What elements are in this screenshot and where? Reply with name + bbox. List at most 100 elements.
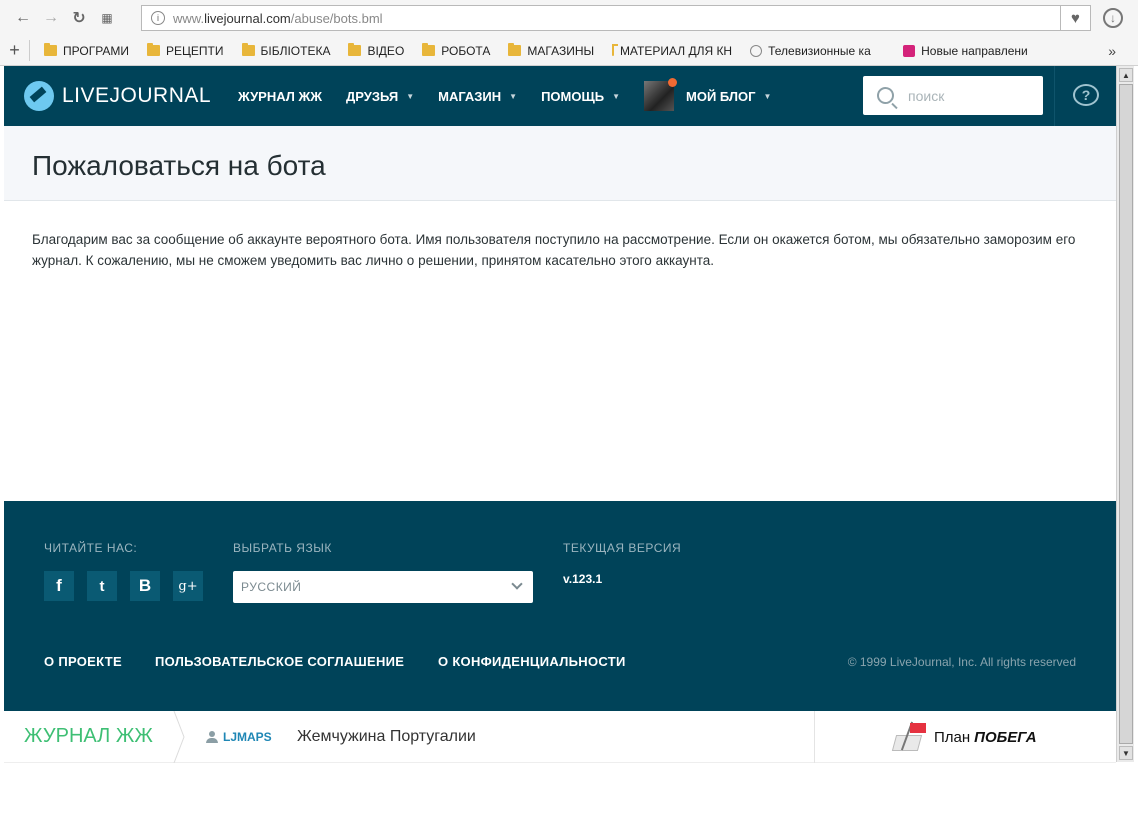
google-plus-icon[interactable]: g+	[173, 571, 203, 601]
nav-help[interactable]: ПОМОЩЬ ▼	[541, 89, 620, 104]
caret-down-icon: ▼	[612, 91, 620, 101]
add-bookmark-icon[interactable]: +	[0, 40, 30, 61]
title-band: Пожаловаться на бота	[4, 126, 1116, 201]
nav-journal-label: ЖУРНАЛ ЖЖ	[238, 88, 322, 104]
folder-icon	[44, 43, 57, 56]
bookmark-item[interactable]: ВІДЕО	[348, 43, 405, 58]
bookmark-item[interactable]: МАТЕРИАЛ ДЛЯ КН	[612, 43, 733, 58]
bookmark-label: ВІДЕО	[367, 43, 405, 58]
post-title-link[interactable]: Жемчужина Португалии	[297, 728, 476, 746]
logo-text: LIVEJOURNAL	[62, 84, 212, 107]
bookmark-label: ПРОГРАМИ	[63, 43, 130, 58]
help-icon[interactable]: ?	[1073, 84, 1099, 106]
twitter-icon[interactable]: t	[87, 571, 117, 601]
search-icon	[877, 87, 894, 104]
bottom-divider	[814, 711, 815, 763]
tv-site-icon	[750, 44, 763, 57]
nav-friends[interactable]: ДРУЗЬЯ ▼	[346, 89, 414, 104]
site-footer: ЧИТАЙТЕ НАС: f t B g+ ВЫБРАТЬ ЯЗЫК РУССК…	[4, 501, 1116, 711]
folder-icon	[612, 43, 618, 56]
privacy-link[interactable]: О КОНФИДЕНЦИАЛЬНОСТИ	[438, 654, 626, 669]
promo-text: План	[934, 728, 971, 746]
page-title: Пожаловаться на бота	[32, 150, 326, 181]
bookmark-item[interactable]: МАГАЗИНЫ	[508, 43, 595, 58]
news-site-icon	[903, 44, 916, 57]
terms-link[interactable]: ПОЛЬЗОВАТЕЛЬСКОЕ СОГЛАШЕНИЕ	[155, 654, 404, 669]
apps-grid-icon[interactable]: ▦	[96, 7, 118, 29]
promo-bold-text: ПОБЕГА	[974, 728, 1037, 746]
header-divider	[1054, 66, 1055, 126]
avatar[interactable]	[644, 78, 677, 111]
reload-icon[interactable]: ↻	[68, 7, 90, 29]
bookmark-label: Новые направлени	[921, 43, 1028, 58]
confirmation-message: Благодарим вас за сообщение об аккаунте …	[32, 232, 1076, 268]
bookmark-heart-icon[interactable]: ♥	[1061, 5, 1091, 31]
bookmark-label: БІБЛІОТЕКА	[260, 43, 331, 58]
about-link[interactable]: О ПРОЕКТЕ	[44, 654, 122, 669]
copyright-text: © 1999 LiveJournal, Inc. All rights rese…	[847, 655, 1076, 669]
back-arrow-icon[interactable]: ←	[12, 7, 34, 29]
livejournal-logo[interactable]: LIVEJOURNAL	[24, 81, 238, 111]
nav-my-blog-label: МОЙ БЛОГ	[686, 88, 756, 104]
folder-icon	[241, 43, 255, 56]
download-icon[interactable]: ↓	[1103, 8, 1123, 28]
site-header: LIVEJOURNAL ЖУРНАЛ ЖЖ ДРУЗЬЯ ▼ МАГАЗИН ▼ П…	[4, 66, 1116, 126]
more-bookmarks-icon[interactable]: »	[1108, 43, 1116, 59]
bottom-brand-link[interactable]: ЖУРНАЛ ЖЖ	[24, 725, 153, 748]
url-host: livejournal.com	[204, 10, 291, 26]
version-value: v.123.1	[563, 572, 603, 586]
chevron-separator-icon	[173, 711, 185, 763]
user-icon	[206, 731, 218, 743]
promo-banner[interactable]: План ПОБЕГА	[891, 721, 1037, 753]
bookmark-label: Телевизионные ка	[768, 43, 871, 58]
nav-help-label: ПОМОЩЬ	[541, 88, 605, 104]
chevron-down-icon	[511, 578, 523, 590]
page-scrollbar[interactable]: ▲ ▼	[1116, 66, 1134, 762]
search-input[interactable]: поиск	[863, 76, 1043, 115]
bookmark-item[interactable]: РЕЦЕПТИ	[147, 43, 224, 58]
nav-shop-label: МАГАЗИН	[438, 88, 502, 104]
flag-map-icon	[891, 721, 928, 753]
bookmark-item[interactable]: РОБОТА	[422, 43, 491, 58]
scroll-up-icon[interactable]: ▲	[1119, 68, 1133, 82]
caret-down-icon: ▼	[509, 91, 518, 101]
bookmark-label: РЕЦЕПТИ	[166, 43, 224, 58]
bookmark-item[interactable]: ПРОГРАМИ	[44, 43, 130, 58]
bookmark-label: РОБОТА	[441, 43, 491, 58]
url-path: /abuse/bots.bml	[290, 10, 383, 26]
bookmark-label: МАГАЗИНЫ	[527, 43, 595, 58]
vk-icon[interactable]: B	[130, 571, 160, 601]
caret-down-icon: ▼	[406, 91, 415, 101]
bookmark-item[interactable]: БІБЛІОТЕКА	[241, 43, 331, 58]
username: LJMAPS	[223, 730, 272, 744]
site-info-icon[interactable]: i	[151, 11, 165, 25]
bookmarks-bar: + ПРОГРАМИ РЕЦЕПТИ БІБЛІОТЕКА ВІДЕО РОБО…	[0, 36, 1138, 66]
folder-icon	[422, 43, 436, 56]
nav-friends-label: ДРУЗЬЯ	[346, 88, 399, 104]
url-prefix: www.	[173, 10, 205, 26]
bookmark-label: МАТЕРИАЛ ДЛЯ КН	[619, 43, 733, 58]
search-placeholder: поиск	[908, 87, 945, 104]
caret-down-icon: ▼	[763, 91, 772, 101]
language-label: ВЫБРАТЬ ЯЗЫК	[233, 541, 332, 555]
main-nav: ЖУРНАЛ ЖЖ ДРУЗЬЯ ▼ МАГАЗИН ▼ ПОМОЩЬ ▼ МОЙ Б…	[238, 66, 795, 126]
bookmark-item[interactable]: Новые направлени	[903, 44, 1033, 58]
facebook-icon[interactable]: f	[44, 571, 74, 601]
nav-journal[interactable]: ЖУРНАЛ ЖЖ	[238, 89, 322, 104]
address-bar[interactable]: i www. livejournal.com /abuse/bots.bml	[141, 5, 1061, 31]
language-value: РУССКИЙ	[241, 580, 302, 594]
bottom-bar: ЖУРНАЛ ЖЖ LJMAPS Жемчужина Португалии Пл…	[4, 711, 1116, 763]
username-link[interactable]: LJMAPS	[206, 730, 272, 744]
folder-icon	[508, 43, 522, 56]
read-us-label: ЧИТАЙТЕ НАС:	[44, 541, 138, 555]
nav-my-blog[interactable]: МОЙ БЛОГ ▼	[644, 78, 772, 111]
nav-shop[interactable]: МАГАЗИН ▼	[438, 89, 517, 104]
forward-arrow-icon[interactable]: →	[40, 7, 62, 29]
scroll-down-icon[interactable]: ▼	[1119, 746, 1133, 760]
language-select[interactable]: РУССКИЙ	[233, 571, 533, 603]
folder-icon	[348, 43, 362, 56]
livejournal-logo-icon	[24, 81, 54, 111]
scroll-thumb[interactable]	[1119, 84, 1133, 744]
folder-icon	[147, 43, 161, 56]
bookmark-item[interactable]: Телевизионные ка	[750, 44, 885, 58]
